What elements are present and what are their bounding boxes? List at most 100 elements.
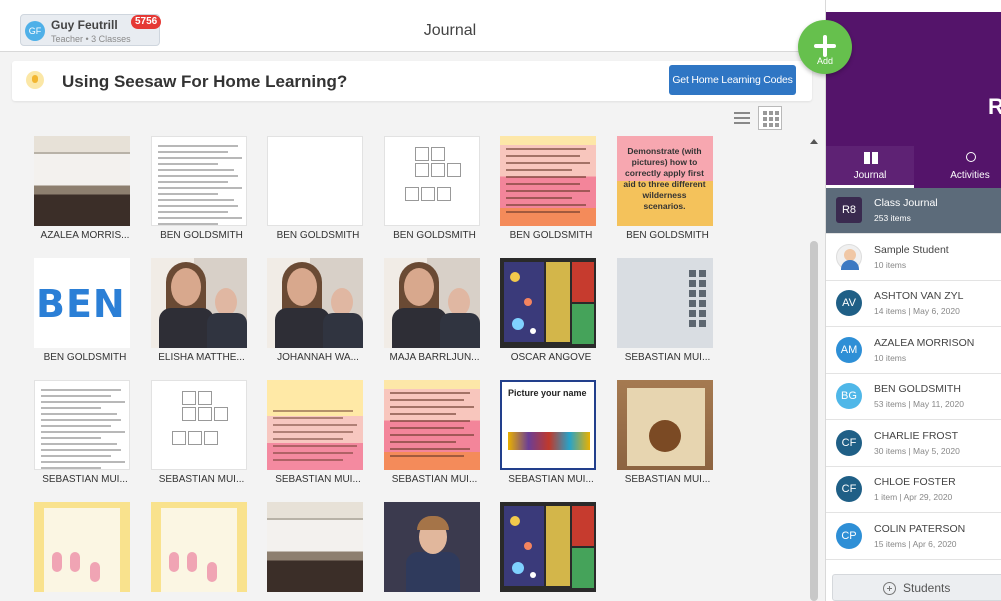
- journal-post[interactable]: JOHANNAH WA...: [267, 258, 363, 370]
- journal-post[interactable]: OSCAR ANGOVE: [500, 258, 596, 370]
- text-line: [389, 434, 474, 436]
- journal-post[interactable]: Demonstrate (with pictures) how to corre…: [616, 136, 713, 248]
- journal-post[interactable]: [150, 502, 247, 601]
- text-line: [157, 181, 228, 183]
- journal-post[interactable]: SEBASTIAN MUI...: [383, 380, 480, 492]
- thumbnail-picture-name: Picture your name: [500, 380, 596, 470]
- journal-post[interactable]: BEN GOLDSMITH: [150, 136, 247, 248]
- avatar: CP: [836, 522, 862, 549]
- planet-dot: [530, 328, 536, 334]
- scrollbar[interactable]: [808, 137, 820, 601]
- text-line: [389, 448, 470, 450]
- post-author: BEN GOLDSMITH: [160, 230, 243, 241]
- photo-figure: [403, 268, 434, 306]
- text-line: [41, 407, 101, 409]
- text-line: [157, 205, 238, 207]
- text-line: [506, 162, 590, 164]
- scroll-up-arrow-icon[interactable]: [810, 139, 818, 144]
- text-line: [506, 176, 586, 178]
- text-line: [506, 183, 580, 185]
- student-item[interactable]: BG BEN GOLDSMITH 53 items | May 11, 2020: [826, 374, 1001, 420]
- journal-post[interactable]: MAJA BARRLJUN...: [383, 258, 480, 370]
- thumbnail-space: [500, 258, 596, 348]
- journal-post[interactable]: BEN GOLDSMITH: [383, 136, 480, 248]
- journal-post[interactable]: AZALEA MORRIS...: [34, 136, 130, 248]
- picture-title: Picture your name: [508, 388, 587, 398]
- thumbnail-pink-text: [383, 380, 480, 470]
- photo-figure: [158, 308, 214, 348]
- text-line: [41, 461, 125, 463]
- thumbnail-ben: BEN: [34, 258, 130, 348]
- students-button[interactable]: Students: [832, 574, 1001, 601]
- student-item[interactable]: Sample Student 10 items: [826, 234, 1001, 281]
- tab-label: Activities: [950, 170, 990, 181]
- journal-post[interactable]: SEBASTIAN MUI...: [616, 258, 713, 370]
- journal-post[interactable]: ELISHA MATTHE...: [150, 258, 247, 370]
- avatar: AV: [836, 290, 862, 316]
- text-line: [389, 427, 464, 429]
- student-item[interactable]: CF CHARLIE FROST 30 items | May 5, 2020: [826, 420, 1001, 467]
- tab-journal[interactable]: Journal: [826, 146, 914, 188]
- get-home-learning-codes-button[interactable]: Get Home Learning Codes: [669, 65, 796, 95]
- post-author: SEBASTIAN MUI...: [624, 352, 711, 363]
- lightbulb-icon: [26, 71, 44, 89]
- journal-post[interactable]: [383, 502, 480, 601]
- post-author: SEBASTIAN MUI...: [42, 474, 128, 485]
- top-bar: GF Guy Feutrill Teacher • 3 Classes 5756…: [0, 0, 825, 52]
- journal-post[interactable]: BEN BEN GOLDSMITH: [34, 258, 130, 370]
- journal-post[interactable]: BEN GOLDSMITH: [267, 136, 363, 248]
- scroll-thumb[interactable]: [810, 241, 818, 601]
- grid-box: [420, 187, 435, 201]
- journal-grid: AZALEA MORRIS... BEN GOLDSMITH BEN GOLDSMI…: [34, 136, 734, 601]
- journal-post[interactable]: [34, 502, 130, 601]
- add-button[interactable]: Add: [798, 20, 852, 74]
- tab-label: Journal: [853, 170, 887, 181]
- thumbnail-pink-text: [500, 136, 596, 226]
- student-item[interactable]: CP COLIN PATERSON 15 items | Apr 6, 2020: [826, 513, 1001, 560]
- grid-view-icon[interactable]: [758, 106, 782, 130]
- student-item[interactable]: AM AZALEA MORRISON 10 items: [826, 327, 1001, 374]
- journal-post[interactable]: SEBASTIAN MUI...: [267, 380, 363, 492]
- student-item[interactable]: CF CHLOE FOSTER 1 item | Apr 29, 2020: [826, 467, 1001, 513]
- tab-activities[interactable]: Activities: [926, 146, 1001, 188]
- photo-figure: [331, 288, 353, 316]
- text-line: [389, 413, 456, 415]
- keypad-key: [688, 310, 696, 317]
- thumbnail-photo-class: [267, 502, 363, 592]
- keypad-key: [698, 290, 706, 297]
- student-item[interactable]: AV ASHTON VAN ZYL 14 items | May 6, 2020: [826, 281, 1001, 327]
- student-item-count: 14 items | May 6, 2020: [874, 306, 960, 316]
- planet-dot: [510, 516, 520, 526]
- journal-post[interactable]: SEBASTIAN MUI...: [616, 380, 713, 492]
- poster-panel: [572, 304, 594, 344]
- text-line: [157, 145, 238, 147]
- post-author: BEN GOLDSMITH: [276, 230, 360, 241]
- student-item-count: 30 items | May 5, 2020: [874, 445, 960, 456]
- text-line: [506, 190, 590, 192]
- post-author: AZALEA MORRIS...: [40, 230, 130, 241]
- planet-dot: [512, 318, 524, 330]
- thumbnail-flamingo: [150, 502, 247, 592]
- post-author: SEBASTIAN MUI...: [158, 474, 245, 485]
- sidebar-tabs: Journal Activities: [826, 146, 1001, 188]
- keypad-key: [698, 320, 706, 327]
- text-line: [273, 424, 357, 426]
- student-item-count: 15 items | Apr 6, 2020: [874, 538, 957, 549]
- text-line: [506, 169, 572, 171]
- text-line: [157, 169, 234, 171]
- grid-box: [187, 431, 202, 445]
- journal-post[interactable]: SEBASTIAN MUI...: [150, 380, 247, 492]
- journal-post[interactable]: [500, 502, 596, 601]
- grid-box: [197, 391, 212, 405]
- ben-text: BEN: [36, 282, 126, 326]
- journal-post[interactable]: [267, 502, 363, 601]
- journal-post[interactable]: BEN GOLDSMITH: [500, 136, 596, 248]
- post-author: OSCAR ANGOVE: [510, 352, 592, 363]
- text-line: [389, 420, 470, 422]
- thumbnail-doc-blank: [267, 136, 363, 226]
- home-learning-banner: Using Seesaw For Home Learning? Get Home…: [12, 61, 812, 101]
- journal-post[interactable]: SEBASTIAN MUI...: [34, 380, 130, 492]
- class-journal-item[interactable]: R8 Class Journal 253 items: [826, 188, 1001, 234]
- journal-post[interactable]: Picture your name SEBASTIAN MUI...: [500, 380, 596, 492]
- list-view-icon[interactable]: [730, 106, 754, 130]
